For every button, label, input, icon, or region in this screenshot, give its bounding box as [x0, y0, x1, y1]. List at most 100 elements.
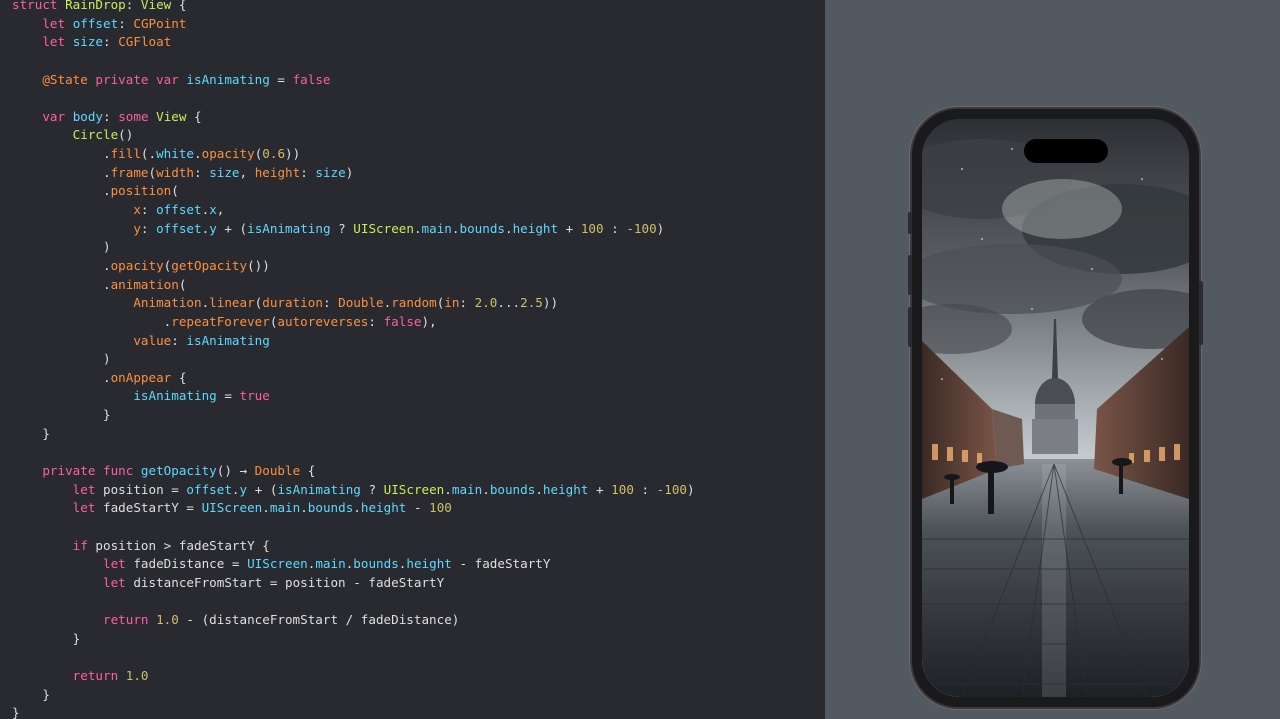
- code-token: height: [512, 220, 559, 236]
- code-token: body: [72, 108, 104, 124]
- code-token: }: [12, 407, 111, 423]
- code-token: fadeStartY =: [103, 500, 202, 516]
- code-line[interactable]: struct RainDrop: View {: [12, 0, 695, 15]
- code-line[interactable]: if position > fadeStartY {: [12, 537, 695, 556]
- code-token: CGPoint: [133, 15, 187, 31]
- code-token: in: [444, 295, 460, 311]
- code-token: 1.0: [125, 668, 149, 684]
- code-token: x: [133, 202, 141, 218]
- code-line[interactable]: return 1.0: [12, 667, 695, 686]
- code-token: 100: [580, 220, 604, 236]
- code-line[interactable]: Animation.linear(duration: Double.random…: [12, 294, 695, 313]
- code-token: (): [118, 127, 134, 143]
- code-line[interactable]: let fadeStartY = UIScreen.main.bounds.he…: [12, 499, 695, 518]
- code-token: offset: [156, 220, 202, 236]
- code-line[interactable]: @State private var isAnimating = false: [12, 71, 695, 90]
- code-line[interactable]: .animation(: [12, 276, 695, 295]
- code-token: 1.0: [156, 612, 179, 628]
- code-token: linear: [209, 295, 255, 311]
- code-token: animation: [110, 276, 179, 292]
- code-line[interactable]: private func getOpacity() → Double {: [12, 462, 695, 481]
- code-token: .: [262, 500, 270, 516]
- iphone-preview-device: [908, 109, 1203, 707]
- code-token: )): [542, 295, 559, 311]
- code-line[interactable]: [12, 593, 695, 612]
- code-token: .: [12, 183, 111, 199]
- code-token: isAnimating: [133, 388, 217, 404]
- code-token: duration: [262, 295, 323, 311]
- code-line[interactable]: y: offset.y + (isAnimating ? UIScreen.ma…: [12, 220, 695, 239]
- code-line[interactable]: var body: some View {: [12, 108, 695, 127]
- code-line[interactable]: .frame(width: size, height: size): [12, 164, 695, 183]
- code-line[interactable]: let offset: CGPoint: [12, 15, 695, 34]
- code-token: 0.6: [262, 146, 286, 162]
- code-token: @State: [42, 71, 96, 87]
- code-line[interactable]: x: offset.x,: [12, 201, 695, 220]
- code-token: struct: [12, 0, 66, 12]
- code-token: autoreverses: [277, 313, 369, 329]
- code-token: :: [171, 332, 187, 348]
- code-line[interactable]: }: [12, 406, 695, 425]
- code-token: .: [194, 146, 202, 162]
- code-line[interactable]: .opacity(getOpacity()): [12, 257, 695, 276]
- code-token: :: [368, 313, 384, 329]
- code-editor[interactable]: struct RainDrop: View { let offset: CGPo…: [0, 0, 825, 719]
- code-line[interactable]: ): [12, 238, 695, 257]
- code-line[interactable]: }: [12, 686, 695, 705]
- code-line[interactable]: [12, 518, 695, 537]
- code-line[interactable]: value: isAnimating: [12, 332, 695, 351]
- code-line[interactable]: }: [12, 425, 695, 444]
- code-line[interactable]: Circle(): [12, 126, 695, 145]
- code-line[interactable]: [12, 648, 695, 667]
- code-token: Double: [338, 295, 384, 311]
- code-line[interactable]: [12, 89, 695, 108]
- code-token: ...: [497, 295, 521, 311]
- code-line[interactable]: return 1.0 - (distanceFromStart / fadeDi…: [12, 611, 695, 630]
- code-token: frame: [110, 164, 149, 180]
- code-line[interactable]: let size: CGFloat: [12, 33, 695, 52]
- code-token: size: [315, 164, 346, 180]
- code-line[interactable]: let fadeDistance = UIScreen.main.bounds.…: [12, 555, 695, 574]
- code-token: }: [12, 686, 50, 702]
- code-line[interactable]: [12, 443, 695, 462]
- code-token: bounds: [307, 500, 354, 516]
- code-token: y: [239, 481, 248, 497]
- code-line[interactable]: .fill(.white.opacity(0.6)): [12, 145, 695, 164]
- code-token: isAnimating: [186, 332, 270, 348]
- volume-down-button: [908, 307, 912, 347]
- code-token: return: [72, 668, 126, 684]
- code-token: bounds: [489, 481, 536, 497]
- code-line[interactable]: ): [12, 350, 695, 369]
- code-line[interactable]: let distanceFromStart = position - fadeS…: [12, 574, 695, 593]
- code-line[interactable]: .onAppear {: [12, 369, 695, 388]
- code-line[interactable]: .repeatForever(autoreverses: false),: [12, 313, 695, 332]
- code-token: ?: [330, 220, 354, 236]
- code-token: :: [300, 164, 316, 180]
- code-text[interactable]: struct RainDrop: View { let offset: CGPo…: [12, 0, 695, 719]
- code-line[interactable]: }: [12, 630, 695, 649]
- code-token: true: [239, 388, 270, 404]
- code-line[interactable]: [12, 52, 695, 71]
- code-token: main: [421, 220, 452, 236]
- code-token: height: [542, 481, 589, 497]
- rainy-city-image: [922, 119, 1189, 697]
- action-button: [908, 212, 912, 234]
- code-line[interactable]: let position = offset.y + (isAnimating ?…: [12, 481, 695, 500]
- code-token: let: [72, 481, 104, 497]
- preview-screen[interactable]: [922, 119, 1189, 697]
- code-line[interactable]: .position(: [12, 182, 695, 201]
- code-token: .: [12, 369, 111, 385]
- code-token: :: [603, 220, 627, 236]
- code-token: {: [300, 463, 316, 479]
- code-token: {: [171, 369, 187, 385]
- code-line[interactable]: }: [12, 704, 695, 719]
- code-token: let: [72, 500, 104, 516]
- code-line[interactable]: isAnimating = true: [12, 387, 695, 406]
- code-token: () →: [216, 463, 255, 479]
